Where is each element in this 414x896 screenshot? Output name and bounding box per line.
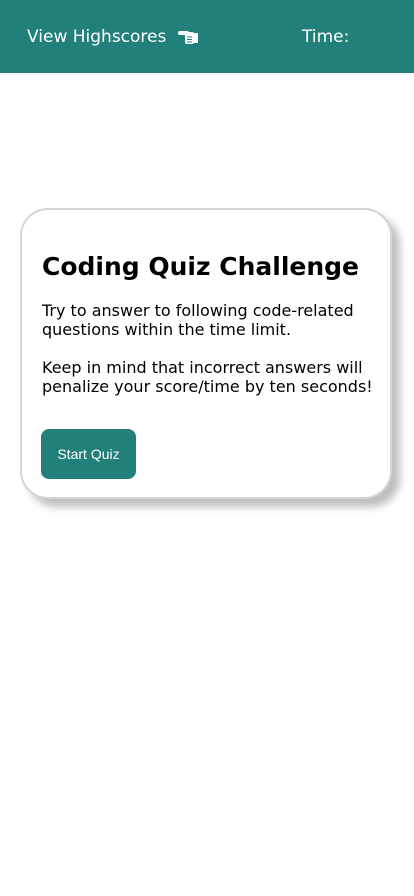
view-highscores-label: View Highscores — [27, 27, 167, 47]
timer-label: Time: — [302, 27, 350, 47]
instructions-text: Try to answer to following code-related … — [42, 301, 354, 339]
quiz-intro-card: Coding Quiz Challenge Try to answer to f… — [20, 208, 392, 499]
timer: Time: — [302, 27, 353, 47]
penalty-warning-text: Keep in mind that incorrect answers will… — [42, 358, 373, 396]
start-quiz-button[interactable]: Start Quiz — [41, 429, 136, 479]
top-bar: View Highscores Time: — [0, 0, 414, 73]
view-highscores-link[interactable]: View Highscores — [27, 27, 199, 50]
pointing-hand-icon — [177, 29, 199, 50]
quiz-title: Coding Quiz Challenge — [42, 252, 360, 281]
